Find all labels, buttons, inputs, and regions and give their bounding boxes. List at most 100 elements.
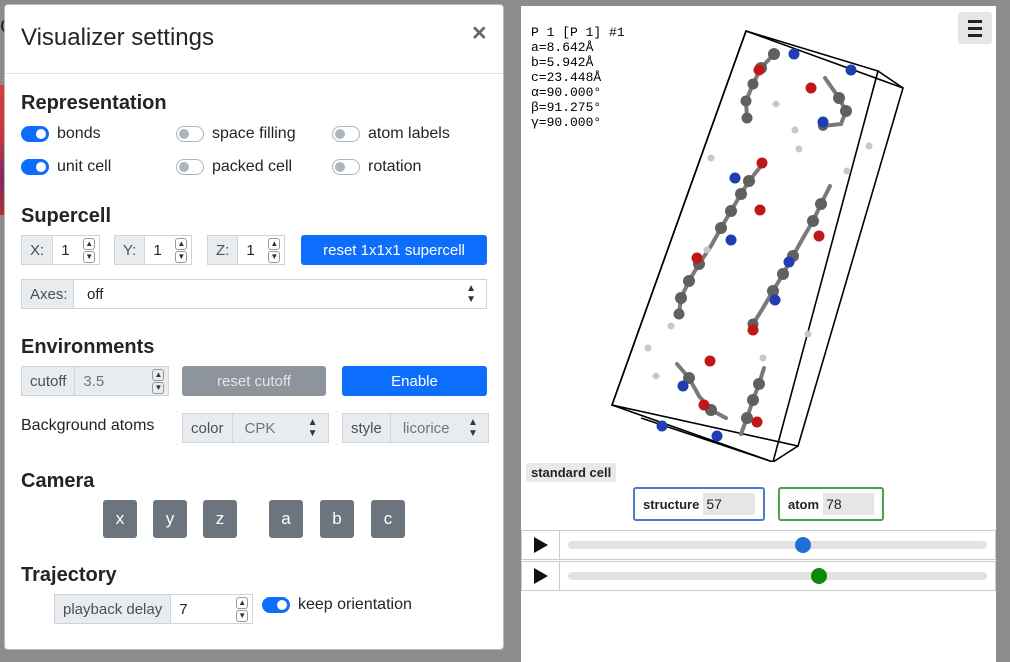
space-filling-label: space filling	[212, 125, 296, 142]
lattice-gamma: γ=90.000°	[531, 115, 602, 130]
supercell-x-label: X:	[21, 235, 54, 265]
cell-type-label: standard cell	[526, 463, 617, 482]
background-style-value: licorice	[402, 419, 450, 437]
spinner-icon[interactable]: ▲ ▼	[152, 368, 165, 394]
packed-cell-switch[interactable]	[176, 159, 204, 175]
enable-environments-button[interactable]: Enable	[342, 366, 487, 396]
spinner-icon[interactable]: ▲ ▼	[175, 237, 188, 263]
supercell-y-input[interactable]: 1 ▲ ▼	[145, 235, 193, 265]
structure-slider[interactable]	[568, 537, 987, 553]
supercell-y-group: Y: 1 ▲ ▼	[114, 235, 193, 265]
background-color-select[interactable]: CPK ▲ ▼	[232, 413, 329, 443]
camera-b-button[interactable]: b	[320, 500, 354, 538]
reset-supercell-button[interactable]: reset 1x1x1 supercell	[301, 235, 487, 265]
background-style-label: style	[342, 413, 391, 443]
background-color-group: color CPK ▲ ▼	[182, 413, 329, 443]
reset-cutoff-button[interactable]: reset cutoff	[182, 366, 326, 396]
modal-title: Visualizer settings	[21, 24, 214, 51]
camera-z-button[interactable]: z	[203, 500, 237, 538]
space-filling-switch[interactable]	[176, 126, 204, 142]
camera-title: Camera	[21, 470, 95, 492]
camera-a-button[interactable]: a	[269, 500, 303, 538]
structure-slider-thumb[interactable]	[794, 537, 811, 553]
select-caret-icon: ▲ ▼	[307, 417, 318, 439]
structure-index-label: structure	[643, 496, 700, 512]
spinner-icon[interactable]: ▲ ▼	[268, 237, 281, 263]
rotation-switch[interactable]	[332, 159, 360, 175]
structure-slider-row	[521, 530, 996, 560]
atom-index-box: atom 78	[778, 487, 884, 521]
camera-y-button[interactable]: y	[153, 500, 187, 538]
lattice-alpha: α=90.000°	[531, 85, 602, 100]
axes-group: Axes: off ▲ ▼	[21, 279, 487, 309]
lattice-c: c=23.448Å	[531, 70, 602, 85]
lattice-b: b=5.942Å	[531, 55, 594, 70]
close-icon[interactable]: ×	[472, 21, 487, 46]
unit-cell-label: unit cell	[57, 158, 112, 175]
trajectory-title: Trajectory	[21, 564, 117, 586]
visualizer-settings-modal: Visualizer settings × Representation bon…	[4, 4, 504, 650]
toggle-space-filling[interactable]: space filling	[176, 124, 296, 144]
supercell-x-group: X: 1 ▲ ▼	[21, 235, 101, 265]
playback-delay-input[interactable]: 7 ▲ ▼	[171, 594, 254, 624]
lattice-parameters: P 1 [P 1] #1 a=8.642Å b=5.942Å c=23.448Å…	[531, 25, 625, 130]
atom-slider-thumb[interactable]	[811, 568, 828, 584]
spinner-icon[interactable]: ▲ ▼	[236, 596, 249, 622]
atom-index-input[interactable]: 78	[823, 493, 874, 515]
keep-orientation-label: keep orientation	[298, 596, 412, 613]
supercell-title: Supercell	[21, 205, 112, 227]
supercell-x-input[interactable]: 1 ▲ ▼	[53, 235, 101, 265]
environments-title: Environments	[21, 336, 155, 358]
rotation-label: rotation	[368, 158, 422, 175]
cutoff-label: cutoff	[21, 366, 76, 396]
axes-select[interactable]: off ▲ ▼	[74, 279, 487, 309]
toggle-atom-labels[interactable]: atom labels	[332, 124, 450, 144]
lattice-a: a=8.642Å	[531, 40, 594, 55]
atom-slider[interactable]	[568, 568, 987, 584]
playback-delay-value: 7	[179, 600, 188, 618]
bonds	[675, 52, 849, 436]
select-caret-icon: ▲ ▼	[466, 283, 476, 305]
representation-title: Representation	[21, 92, 167, 114]
toggle-keep-orientation[interactable]: keep orientation	[262, 595, 412, 615]
cutoff-group: cutoff 3.5 ▲ ▼	[21, 366, 170, 396]
play-structure-icon[interactable]	[522, 531, 560, 559]
bonds-label: bonds	[57, 125, 101, 142]
packed-cell-label: packed cell	[212, 158, 293, 175]
camera-c-button[interactable]: c	[371, 500, 405, 538]
background-color-value: CPK	[244, 419, 276, 437]
background-style-group: style licorice ▲ ▼	[342, 413, 489, 443]
supercell-z-group: Z: 1 ▲ ▼	[207, 235, 286, 265]
supercell-z-input[interactable]: 1 ▲ ▼	[238, 235, 286, 265]
playback-delay-label: playback delay	[54, 594, 172, 624]
toggle-rotation[interactable]: rotation	[332, 157, 421, 177]
toggle-packed-cell[interactable]: packed cell	[176, 157, 292, 177]
atom-slider-row	[521, 561, 996, 591]
playback-delay-group: playback delay 7 ▲ ▼	[54, 594, 254, 624]
axes-label: Axes:	[21, 279, 74, 309]
supercell-z-value: 1	[246, 241, 255, 259]
structure-index-box: structure 57	[633, 487, 765, 521]
keep-orientation-switch[interactable]	[262, 597, 290, 613]
supercell-y-label: Y:	[114, 235, 146, 265]
structure-index-input[interactable]: 57	[703, 493, 755, 515]
space-group-line: P 1 [P 1] #1	[531, 25, 625, 40]
atom-labels-switch[interactable]	[332, 126, 360, 142]
select-caret-icon: ▲ ▼	[467, 417, 478, 439]
modal-header: Visualizer settings ×	[5, 5, 503, 74]
axes-value: off	[87, 285, 104, 303]
toggle-bonds[interactable]: bonds	[21, 124, 101, 144]
cutoff-value: 3.5	[83, 372, 105, 390]
toggle-unit-cell[interactable]: unit cell	[21, 157, 111, 177]
hamburger-menu-icon[interactable]	[958, 12, 992, 44]
play-atom-icon[interactable]	[522, 562, 560, 590]
hydrogen-atoms	[644, 100, 873, 380]
bonds-switch[interactable]	[21, 126, 49, 142]
background-style-select[interactable]: licorice ▲ ▼	[390, 413, 489, 443]
background-color-label: color	[182, 413, 233, 443]
camera-x-button[interactable]: x	[103, 500, 137, 538]
unit-cell-switch[interactable]	[21, 159, 49, 175]
cutoff-input[interactable]: 3.5 ▲ ▼	[75, 366, 170, 396]
supercell-x-value: 1	[61, 241, 70, 259]
spinner-icon[interactable]: ▲ ▼	[83, 237, 96, 263]
